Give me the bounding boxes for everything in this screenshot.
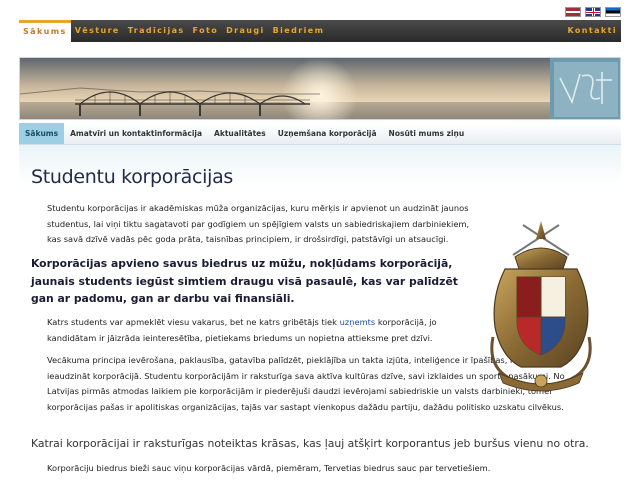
tab-home[interactable]: Sākums (19, 123, 65, 144)
sub-navigation-tabs: Sākums Amatvīri un kontaktinformācija Ak… (19, 123, 621, 145)
english-flag-icon[interactable] (585, 7, 601, 17)
tab-news[interactable]: Aktualitātes (208, 123, 272, 144)
main-content: Studentu korporācijas Studentu korporāci… (19, 145, 621, 480)
header-banner (19, 57, 621, 120)
tab-admission[interactable]: Uzņemšana korporācijā (272, 123, 383, 144)
page: { "languages": ["lv", "en", "ee"], "topn… (0, 0, 640, 480)
coat-of-arms-image (490, 221, 592, 392)
latvian-flag-icon[interactable] (565, 7, 581, 17)
nav-item-home[interactable]: Sākums (19, 20, 71, 42)
nav-item-traditions[interactable]: Tradīcijas (124, 20, 189, 42)
admission-text-before: Katrs students var apmeklēt viesu vakaru… (47, 317, 340, 327)
nav-item-members[interactable]: Biedriem (269, 20, 329, 42)
page-title: Studentu korporācijas (31, 166, 234, 188)
bridge-banner-image (20, 58, 620, 119)
top-navigation: Sākums Vēsture Tradīcijas Foto Draugi Bi… (19, 20, 621, 42)
nav-item-friends[interactable]: Draugi (222, 20, 269, 42)
nav-item-photo[interactable]: Foto (189, 20, 223, 42)
nav-item-history[interactable]: Vēsture (71, 20, 124, 42)
tab-officers-contacts[interactable]: Amatvīri un kontaktinformācija (64, 123, 208, 144)
admission-paragraph: Katrs students var apmeklēt viesu vakaru… (47, 315, 472, 346)
admitted-link[interactable]: uzņemts (340, 317, 376, 327)
colors-paragraph: Katrai korporācijai ir raksturīgas notei… (31, 437, 589, 450)
tab-send-message[interactable]: Nosūti mums ziņu (383, 123, 471, 144)
estonian-flag-icon[interactable] (605, 7, 621, 17)
highlight-paragraph: Korporācijas apvieno savus biedrus uz mū… (31, 257, 458, 305)
member-names-paragraph: Korporāciju biedrus bieži sauc viņu korp… (47, 463, 491, 473)
language-switcher (565, 7, 621, 17)
intro-paragraph: Studentu korporācijas ir akadēmiskas mūž… (47, 203, 470, 244)
nav-item-contacts[interactable]: Kontakti (563, 20, 621, 42)
